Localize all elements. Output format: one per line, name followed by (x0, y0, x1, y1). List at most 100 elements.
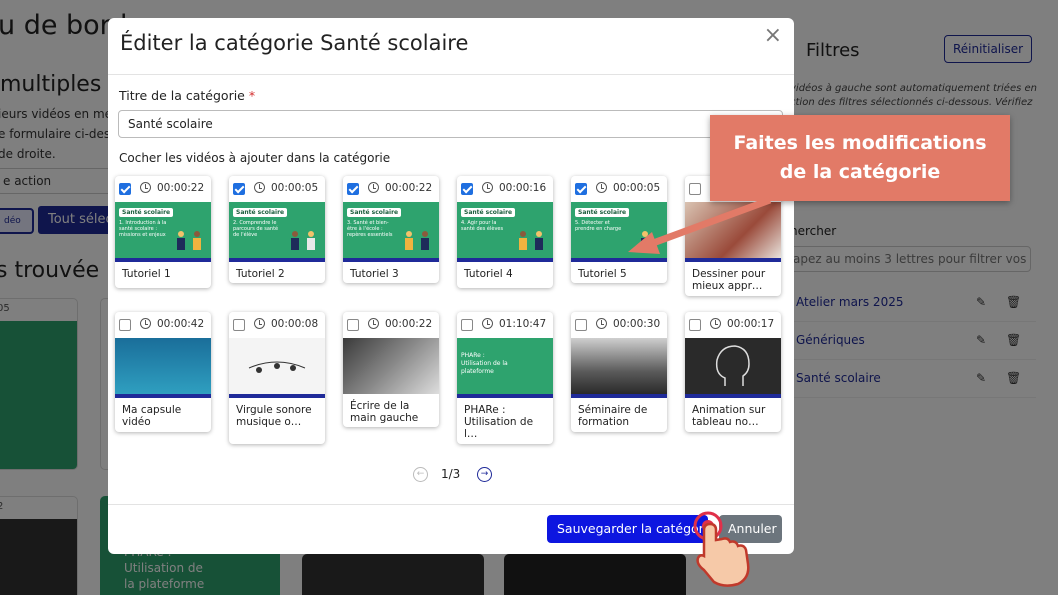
video-checkbox[interactable] (347, 183, 359, 195)
callout-line: Faites les modifications (733, 132, 987, 154)
video-checkbox[interactable] (347, 319, 359, 331)
video-card-ecrire[interactable]: 00:00:22 Écrire de la main gauche (343, 312, 439, 427)
video-name: Dessiner pour mieux appr… (692, 268, 766, 292)
clock-icon (596, 182, 607, 193)
video-card-seminaire[interactable]: 00:00:30 Séminaire de formation (571, 312, 667, 432)
clock-icon (368, 318, 379, 329)
thumb-text: PHARe : Utilisation de la plateforme (461, 352, 508, 375)
save-category-button[interactable]: Sauvegarder la catégorie (547, 515, 708, 543)
callout-line: de la catégorie (779, 161, 941, 183)
video-duration: 00:00:05 (271, 182, 319, 194)
clock-icon (710, 318, 721, 329)
clock-icon (254, 318, 265, 329)
video-card-tutoriel-4[interactable]: 00:00:16 Santé scolaire 4. Agir pour la … (457, 176, 553, 288)
video-checkbox[interactable] (575, 183, 587, 195)
modal-header: Éditer la catégorie Santé scolaire × (108, 18, 794, 75)
video-card-tutoriel-5[interactable]: 00:00:05 Santé scolaire 5. Détecter et p… (571, 176, 667, 283)
video-name: Tutoriel 5 (578, 268, 627, 280)
video-card-virgule-sonore[interactable]: 00:00:08 Virgule sonore musique o… (229, 312, 325, 444)
video-duration: 00:00:05 (613, 182, 661, 194)
pagination: ← 1/3 → (413, 466, 503, 486)
people-illustration-icon (519, 231, 543, 250)
thumb-tag: Santé scolaire (119, 208, 174, 217)
thumb-text: 1. Introduction à la santé scolaire : mi… (119, 220, 167, 238)
video-duration: 00:00:22 (157, 182, 205, 194)
thumb-text: 2. Comprendre le parcours de santé de l'… (233, 220, 279, 238)
video-checkbox[interactable] (461, 183, 473, 195)
video-checkbox[interactable] (689, 183, 701, 195)
clock-icon (482, 182, 493, 193)
pointer-hand-icon (693, 511, 750, 587)
modal-title: Éditer la catégorie Santé scolaire (120, 31, 469, 55)
thumb-text: 5. Détecter et prendre en charge (575, 220, 622, 232)
video-name: Tutoriel 4 (464, 268, 513, 280)
video-thumbnail (115, 338, 211, 394)
video-duration: 00:00:22 (385, 182, 433, 194)
people-illustration-icon (405, 231, 429, 250)
video-checkbox[interactable] (119, 319, 131, 331)
video-checkbox[interactable] (689, 319, 701, 331)
video-thumbnail (685, 202, 781, 258)
video-checkbox[interactable] (119, 183, 131, 195)
video-name: Tutoriel 2 (236, 268, 285, 280)
people-illustration-icon (641, 231, 649, 250)
video-name: Ma capsule vidéo (122, 404, 182, 428)
required-mark: * (248, 88, 256, 103)
video-duration: 00:00:16 (499, 182, 547, 194)
video-card-animation[interactable]: 00:00:17 Animation sur tableau no… (685, 312, 781, 432)
instruction-callout: Faites les modifications de la catégorie (710, 115, 1010, 201)
video-duration: 00:00:08 (271, 318, 319, 330)
video-card-ma-capsule[interactable]: 00:00:42 Ma capsule vidéo (115, 312, 211, 432)
video-card-tutoriel-1[interactable]: 00:00:22 Santé scolaire 1. Introduction … (115, 176, 211, 288)
video-card-phare[interactable]: 01:10:47 PHARe : Utilisation de la plate… (457, 312, 553, 444)
video-duration: 01:10:47 (499, 318, 547, 330)
video-checkbox[interactable] (233, 319, 245, 331)
clock-icon (596, 318, 607, 329)
thumb-text: 3. Santé et bien-être à l'école : repère… (347, 220, 393, 238)
video-thumbnail: Santé scolaire 3. Santé et bien-être à l… (343, 202, 439, 258)
thumb-tag: Santé scolaire (233, 208, 288, 217)
video-name: Tutoriel 3 (350, 268, 399, 280)
video-thumbnail: PHARe : Utilisation de la plateforme (457, 338, 553, 394)
music-notes-icon (248, 361, 306, 373)
video-thumbnail: Santé scolaire 1. Introduction à la sant… (115, 202, 211, 258)
video-name: Écrire de la main gauche (350, 400, 419, 424)
video-card-tutoriel-3[interactable]: 00:00:22 Santé scolaire 3. Santé et bien… (343, 176, 439, 283)
edit-category-modal: Éditer la catégorie Santé scolaire × Tit… (108, 18, 794, 554)
video-name: PHARe : Utilisation de l… (464, 404, 534, 440)
video-thumbnail: Santé scolaire 5. Détecter et prendre en… (571, 202, 667, 258)
video-duration: 00:00:30 (613, 318, 661, 330)
label-text: Titre de la catégorie (119, 88, 245, 103)
video-checkbox[interactable] (575, 319, 587, 331)
clock-icon (368, 182, 379, 193)
video-name: Tutoriel 1 (122, 268, 171, 280)
video-duration: 00:00:17 (727, 318, 775, 330)
video-thumbnail: Santé scolaire 2. Comprendre le parcours… (229, 202, 325, 258)
close-icon[interactable]: × (764, 25, 782, 47)
video-name: Animation sur tableau no… (692, 404, 766, 428)
video-duration: 00:00:22 (385, 318, 433, 330)
video-checkbox[interactable] (233, 183, 245, 195)
clock-icon (254, 182, 265, 193)
thumb-text: 4. Agir pour la santé des élèves (461, 220, 504, 232)
video-thumbnail (571, 338, 667, 394)
next-page-icon[interactable]: → (477, 467, 492, 482)
category-title-input[interactable] (118, 110, 783, 138)
video-card-tutoriel-2[interactable]: 00:00:05 Santé scolaire 2. Comprendre le… (229, 176, 325, 283)
video-thumbnail (685, 338, 781, 394)
video-name: Virgule sonore musique o… (236, 404, 312, 428)
people-illustration-icon (291, 231, 315, 250)
thumb-tag: Santé scolaire (575, 208, 630, 217)
page-indicator: 1/3 (441, 467, 461, 481)
videos-check-label: Cocher les vidéos à ajouter dans la caté… (119, 151, 391, 165)
video-name: Séminaire de formation (578, 404, 648, 428)
clock-icon (140, 182, 151, 193)
video-duration: 00:00:42 (157, 318, 205, 330)
video-checkbox[interactable] (461, 319, 473, 331)
clock-icon (482, 318, 493, 329)
people-illustration-icon (177, 231, 201, 250)
category-title-label: Titre de la catégorie * (119, 88, 255, 103)
previous-page-icon[interactable]: ← (413, 467, 428, 482)
clock-icon (140, 318, 151, 329)
video-thumbnail (229, 338, 325, 394)
